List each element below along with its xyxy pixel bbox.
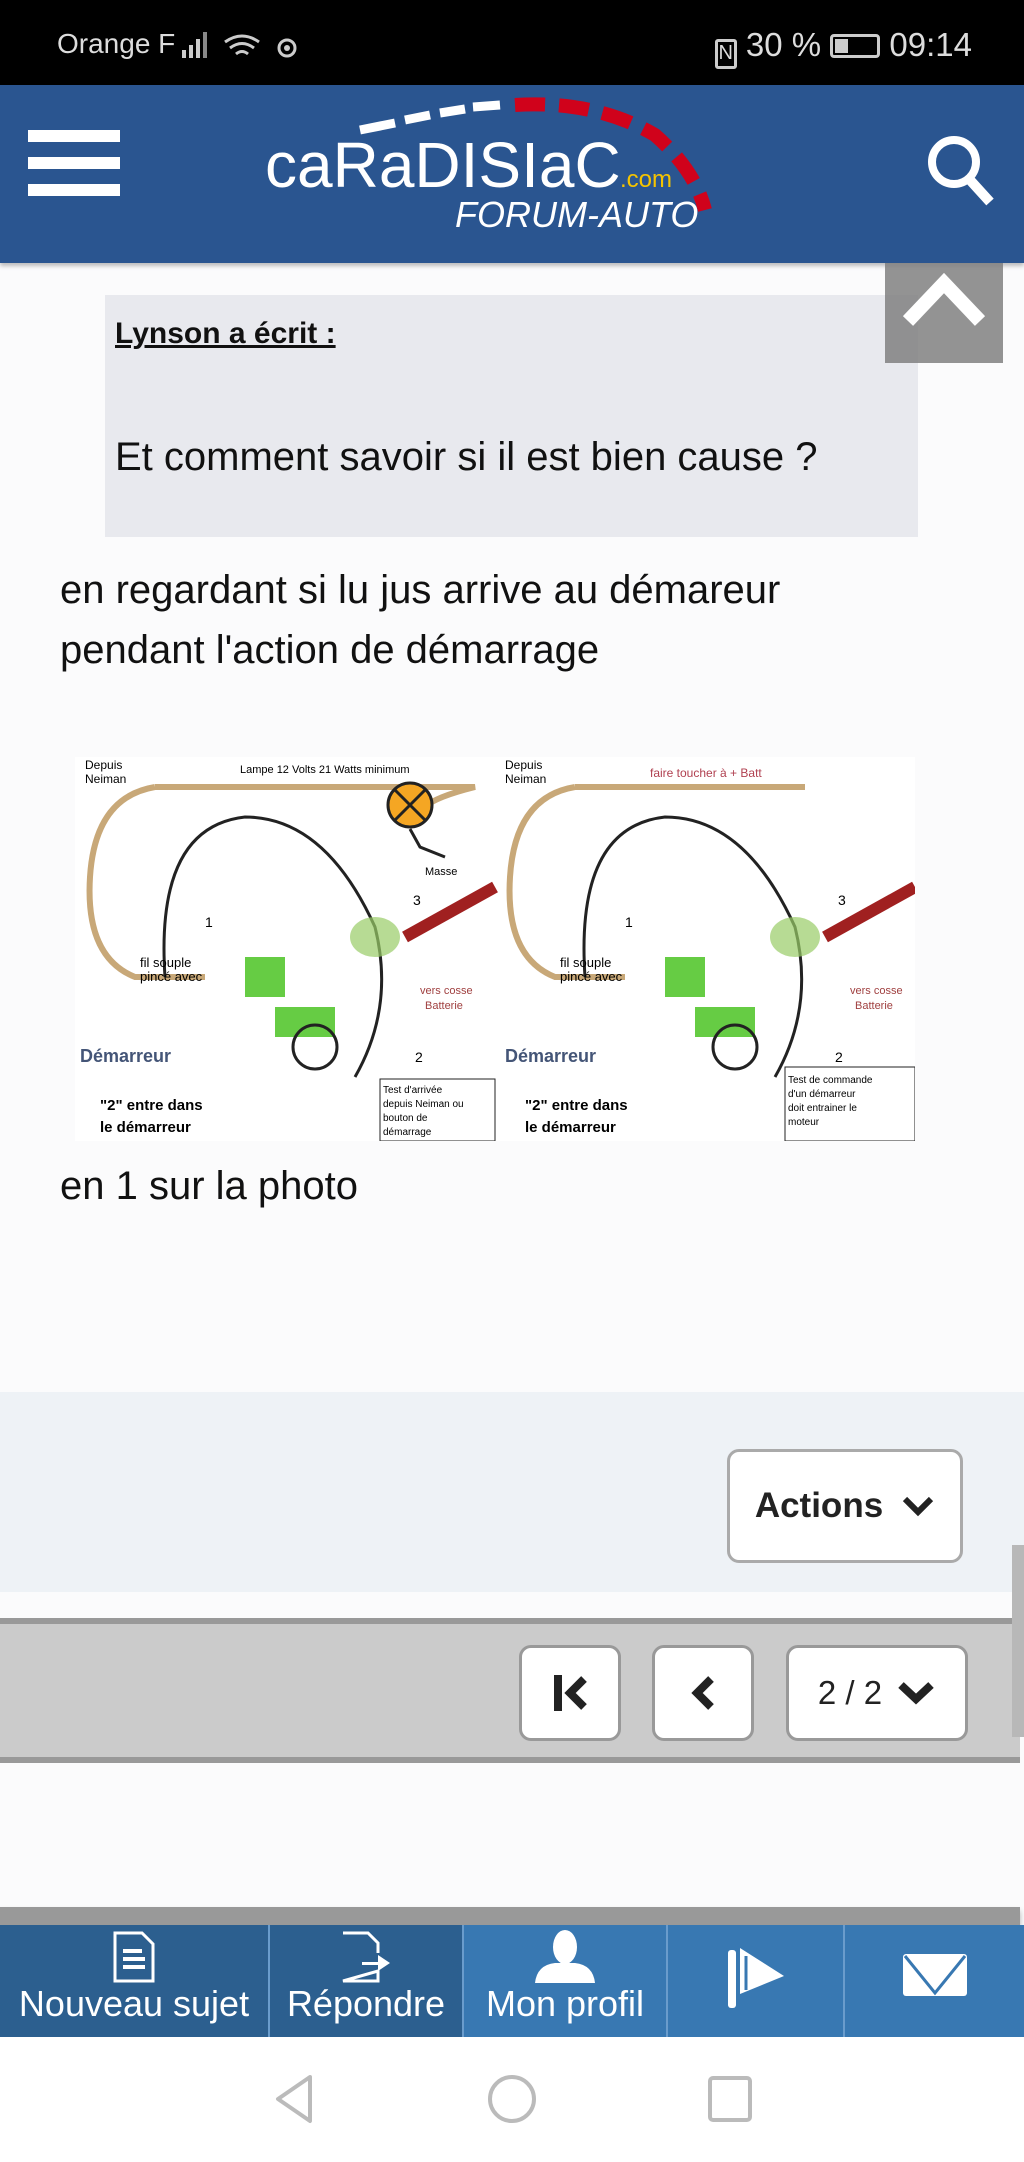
actions-button[interactable]: Actions	[727, 1449, 963, 1563]
pagination-bar: 2 / 2	[0, 1618, 1020, 1763]
chevron-up-icon	[902, 272, 986, 326]
diagram-label: moteur	[788, 1117, 820, 1128]
page-indicator: 2 / 2	[817, 1674, 883, 1711]
diagram-label: 2	[835, 1049, 843, 1065]
reply-document-icon	[342, 1931, 390, 1983]
diagram-label: Batterie	[855, 1000, 893, 1012]
nav-profile[interactable]: Mon profil	[464, 1925, 668, 2037]
post-body: en regardant si lu jus arrive au démareu…	[60, 560, 780, 680]
diagram-right: Depuis Neiman faire toucher à + Batt 1 3…	[505, 758, 915, 1141]
starter-wiring-diagram[interactable]: Depuis Neiman Lampe 12 Volts 21 Watts mi…	[75, 757, 915, 1141]
new-document-icon	[113, 1931, 155, 1983]
chevron-left-icon	[691, 1676, 714, 1710]
user-icon	[535, 1930, 595, 1983]
bottom-nav: Nouveau sujet Répondre Mon profil	[0, 1925, 1024, 2037]
diagram-label: pincé avec	[140, 969, 203, 984]
post-line: pendant l'action de démarrage	[60, 628, 600, 672]
menu-icon[interactable]	[28, 130, 120, 196]
carrier: Orange F	[57, 28, 176, 59]
logo-tld: .com	[620, 166, 672, 193]
nfc-icon: N	[714, 39, 737, 69]
flag-icon	[727, 1948, 784, 2008]
diagram-label: Lampe 12 Volts 21 Watts minimum	[240, 764, 410, 776]
nav-label: Répondre	[286, 1983, 446, 2024]
diagram-label: le démarreur	[525, 1119, 616, 1136]
diagram-label: Démarreur	[80, 1046, 171, 1066]
diagram-label: Test de commande	[788, 1075, 873, 1086]
diagram-label: Depuis	[505, 758, 542, 772]
diagram-label: pincé avec	[560, 969, 623, 984]
divider	[0, 1907, 1020, 1925]
diagram-label: Neiman	[505, 772, 546, 786]
diagram-label: 2	[415, 1049, 423, 1065]
diagram-label: faire toucher à + Batt	[650, 766, 762, 780]
diagram-label: Depuis	[85, 758, 122, 772]
diagram-label: démarrage	[383, 1127, 432, 1138]
recents-icon[interactable]	[705, 2074, 755, 2124]
diagram-label: 1	[625, 914, 633, 930]
nav-messages[interactable]	[845, 1925, 1024, 2037]
android-nav-bar	[0, 2037, 1024, 2162]
quote-text: Et comment savoir si il est bien cause ?	[115, 435, 818, 479]
battery-level: 30 %	[745, 26, 822, 63]
nav-flag[interactable]	[668, 1925, 845, 2037]
diagram-label: depuis Neiman ou	[383, 1099, 464, 1110]
diagram-label: vers cosse	[420, 985, 473, 997]
logo-main: caRaDISIaC	[265, 129, 621, 201]
diagram-label: Batterie	[425, 1000, 463, 1012]
back-icon[interactable]	[270, 2074, 320, 2124]
diagram-label: bouton de	[383, 1113, 428, 1124]
diagram-label: Masse	[425, 866, 457, 878]
caradisiac-logo[interactable]: caRaDISIaC .com FORUM-AUTO	[265, 95, 785, 235]
diagram-label: fil souple	[140, 955, 191, 970]
nav-label: Mon profil	[485, 1983, 645, 2024]
nav-new-topic[interactable]: Nouveau sujet	[0, 1925, 270, 2037]
diagram-label: "2" entre dans	[100, 1097, 203, 1114]
home-icon[interactable]	[485, 2074, 539, 2124]
diagram-label: d'un démarreur	[788, 1089, 856, 1100]
actions-label: Actions	[754, 1486, 884, 1525]
previous-page-button[interactable]	[652, 1645, 754, 1741]
diagram-label: 1	[205, 914, 213, 930]
diagram-label: "2" entre dans	[525, 1097, 628, 1114]
post-line: en 1 sur la photo	[60, 1164, 358, 1208]
diagram-label: vers cosse	[850, 985, 903, 997]
nav-label: Nouveau sujet	[18, 1983, 250, 2024]
chevron-down-icon	[903, 1496, 934, 1517]
envelope-icon	[902, 1954, 967, 1996]
status-right: N 30 % 09:14	[714, 26, 972, 69]
quote-block: Lynson a écrit : Et comment savoir si il…	[105, 295, 918, 537]
diagram-label: le démarreur	[100, 1119, 191, 1136]
first-page-button[interactable]	[519, 1645, 621, 1741]
clock: 09:14	[889, 26, 972, 63]
diagram-label: fil souple	[560, 955, 611, 970]
post-line: en regardant si lu jus arrive au démareu…	[60, 568, 781, 612]
first-page-icon	[554, 1675, 587, 1711]
search-icon[interactable]	[920, 130, 1000, 210]
nav-reply[interactable]: Répondre	[270, 1925, 464, 2037]
diagram-label: 3	[838, 892, 846, 908]
diagram-left: Depuis Neiman Lampe 12 Volts 21 Watts mi…	[80, 758, 498, 1141]
logo-sub: FORUM-AUTO	[455, 194, 698, 235]
scrollbar[interactable]	[1012, 1545, 1024, 1737]
quote-author[interactable]: Lynson a écrit :	[115, 317, 336, 351]
scroll-to-top-button[interactable]	[885, 263, 1003, 363]
diagram-label: Neiman	[85, 772, 126, 786]
battery-icon	[830, 34, 881, 58]
diagram-label: 3	[413, 892, 421, 908]
diagram-label: Démarreur	[505, 1046, 596, 1066]
signal-wifi-eye-icons	[182, 32, 297, 58]
page-select[interactable]: 2 / 2	[786, 1645, 968, 1741]
chevron-down-icon	[898, 1682, 934, 1705]
diagram-label: doit entrainer le	[788, 1103, 857, 1114]
status-bar: Orange F N 30 % 09:14	[0, 0, 1024, 85]
diagram-label: Test d'arrivée	[383, 1085, 443, 1096]
